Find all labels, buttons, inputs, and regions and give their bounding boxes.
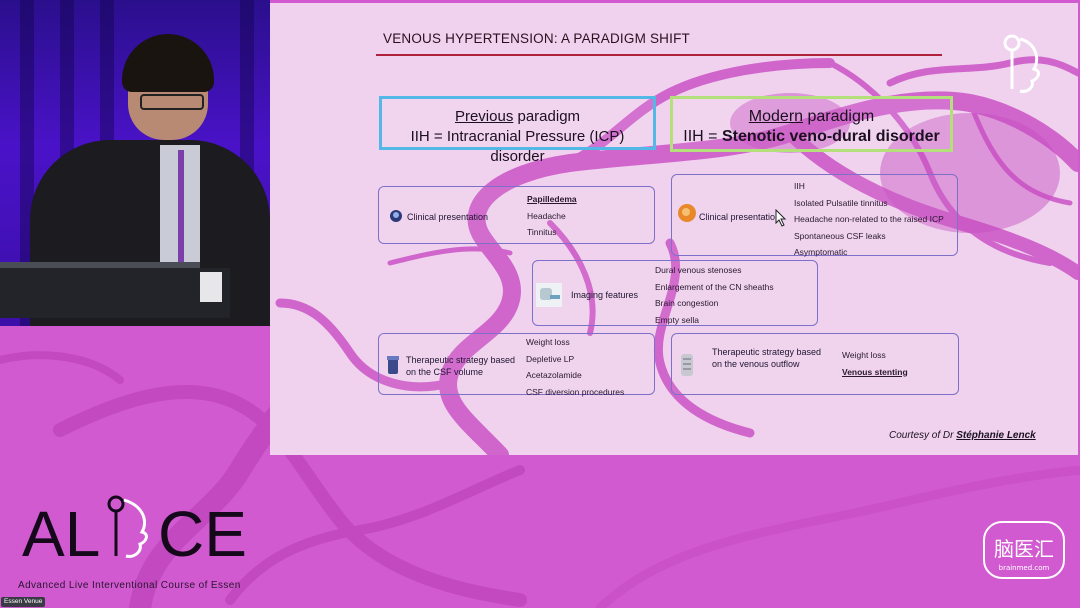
list-item: Acetazolamide	[526, 370, 582, 380]
medication-icon	[387, 356, 399, 374]
list-item: Weight loss	[526, 337, 570, 347]
list-item: Dural venous stenoses	[655, 265, 742, 275]
modern-paradigm-box: Modern paradigm IIH = Stenotic veno-dura…	[670, 96, 953, 152]
podium	[0, 268, 230, 318]
mouse-cursor-icon	[775, 209, 787, 227]
list-item: Headache non-related to the raised ICP	[794, 214, 944, 224]
list-item: Venous stenting	[842, 366, 908, 377]
therapeutic-strategy-previous-box: Therapeutic strategy based on the CSF vo…	[378, 333, 655, 397]
list-item: Enlargement of the CN sheaths	[655, 281, 774, 292]
alice-face-logo-icon	[1003, 34, 1040, 93]
modern-line-bold: Stenotic veno-dural disorder	[721, 128, 940, 145]
imaging-features-list: Dural venous stenoses Enlargement of the…	[655, 262, 774, 328]
alice-logo: AL CE	[22, 495, 247, 568]
list-item: Empty sella	[655, 314, 699, 325]
therapeutic-previous-list: Weight loss Depletive LP Acetazolamide C…	[526, 334, 624, 400]
previous-paradigm-line: IIH = Intracranial Pressure (ICP) disord…	[410, 128, 625, 165]
alice-subtitle: Advanced Live Interventional Course of E…	[18, 580, 241, 591]
clinical-presentation-modern-box: Clinical presentation IIH Isolated Pulsa…	[671, 174, 958, 257]
clinical-presentation-label: Clinical presentation	[699, 212, 781, 222]
therapeutic-strategy-modern-box: Therapeutic strategy based on the venous…	[671, 333, 959, 395]
speaker-glasses	[140, 94, 204, 110]
list-item: IIH	[794, 181, 805, 191]
list-item: Spontaneous CSF leaks	[794, 230, 886, 241]
courtesy-name: Stéphanie Lenck	[956, 430, 1036, 441]
head-brain-orange-icon	[678, 204, 696, 222]
list-item: Depletive LP	[526, 353, 575, 364]
previous-heading-rest: paradigm	[513, 108, 581, 125]
logo-face-profile-icon	[123, 498, 148, 558]
list-item: Weight loss	[842, 350, 886, 360]
mri-scanner-icon	[536, 283, 562, 307]
clinical-presentation-label: Clinical presentation	[407, 212, 489, 222]
slide-title: VENOUS HYPERTENSION: A PARADIGM SHIFT	[383, 31, 690, 46]
modern-heading-rest: paradigm	[803, 108, 875, 125]
list-item: Papilledema	[527, 194, 577, 204]
therapeutic-strategy-venous-label: Therapeutic strategy based on the venous…	[712, 347, 822, 369]
speaker-lanyard	[178, 150, 184, 270]
speaker-hair	[122, 34, 214, 92]
clinical-presentation-previous-box: Clinical presentation Papilledema Headac…	[378, 186, 655, 244]
previous-paradigm-heading: Previous paradigm	[382, 107, 653, 127]
list-item: Brain congestion	[655, 298, 719, 308]
previous-heading-underlined: Previous	[454, 108, 514, 125]
therapeutic-modern-list: Weight loss Venous stenting	[842, 347, 908, 380]
modern-paradigm-line: IIH = Stenotic veno-dural disorder	[673, 127, 950, 147]
list-item: Isolated Pulsatile tinnitus	[794, 197, 888, 208]
logo-text-right: CE	[158, 498, 247, 568]
title-rule	[376, 54, 942, 56]
previous-paradigm-box: Previous paradigm IIH = Intracranial Pre…	[379, 96, 656, 165]
watermark-sub: brainmed.com	[999, 564, 1050, 572]
clinical-modern-list: IIH Isolated Pulsatile tinnitus Headache…	[794, 178, 944, 261]
podium-laptop	[200, 272, 222, 302]
list-item: Asymptomatic	[794, 247, 848, 257]
modern-heading-underlined: Modern	[748, 108, 804, 125]
watermark-text: 脑医汇	[994, 537, 1054, 561]
list-item: Tinnitus	[527, 227, 557, 237]
logo-text-left: AL	[22, 498, 100, 568]
imaging-features-label: Imaging features	[571, 290, 639, 300]
logo-i-dot-icon	[107, 495, 125, 513]
courtesy-credit: Courtesy of Dr Stéphanie Lenck	[889, 430, 1036, 441]
therapeutic-strategy-csf-label: Therapeutic strategy based on the CSF vo…	[406, 355, 516, 377]
brainmed-watermark-logo: 脑医汇 brainmed.com	[983, 521, 1065, 579]
clinical-previous-list: Papilledema Headache Tinnitus	[527, 191, 577, 241]
modern-paradigm-heading: Modern paradigm	[673, 107, 950, 127]
list-item: Headache	[527, 210, 566, 221]
speaker-video-feed	[0, 0, 270, 326]
courtesy-prefix: Courtesy of Dr	[889, 430, 957, 441]
stent-icon	[681, 354, 693, 376]
head-brain-icon	[390, 210, 402, 222]
presentation-slide: VENOUS HYPERTENSION: A PARADIGM SHIFT Pr…	[270, 3, 1078, 455]
modern-line-prefix: IIH =	[683, 128, 722, 145]
imaging-features-box: Imaging features Dural venous stenoses E…	[532, 260, 818, 326]
list-item: CSF diversion procedures	[526, 386, 625, 397]
venue-tag: Essen Venue	[1, 597, 46, 607]
